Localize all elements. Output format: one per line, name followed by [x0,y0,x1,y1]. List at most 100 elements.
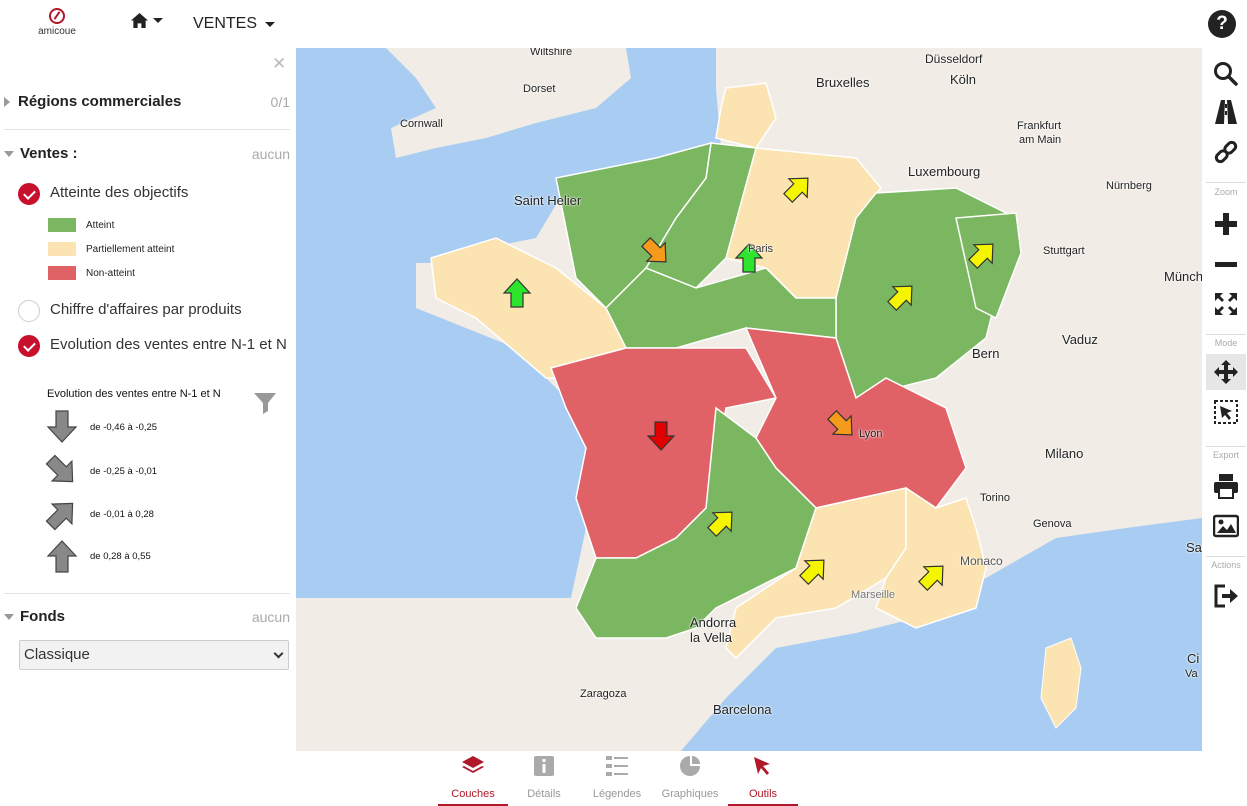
plus-icon [1215,213,1237,235]
help-button[interactable]: ? [1208,10,1236,38]
map-label-va: Va [1185,668,1198,680]
map-label-zaragoza: Zaragoza [580,688,627,700]
legend-item-partiel: Partiellement atteint [48,242,174,256]
print-button[interactable] [1206,468,1246,504]
map-label-paris: Paris [748,243,774,255]
divider [4,129,290,130]
tab-couches[interactable]: Couches [438,755,508,806]
map-label-stuttgart: Stuttgart [1043,245,1085,257]
arrow-down-right-icon [45,454,74,483]
arrow-up-icon [46,540,78,573]
route-button[interactable] [1206,94,1246,130]
map-layer [296,48,1202,751]
tab-label: Couches [451,788,495,800]
select-mode-button[interactable] [1206,394,1246,430]
home-icon [131,12,148,29]
basemap-select-value: Classique [24,646,90,663]
evolution-class-down: de -0,46 à -0,25 [44,409,157,445]
section-count: 0/1 [270,93,290,110]
basemap-select[interactable]: Classique [19,640,289,670]
layer-toggle-checked[interactable] [18,183,40,205]
tab-details[interactable]: Détails [509,755,579,800]
tab-outils[interactable]: Outils [728,755,798,806]
evolution-class-label: de -0,46 à -0,25 [90,421,158,433]
home-menu-button[interactable] [130,12,163,29]
toolbar-divider [1206,334,1246,335]
evolution-legend-title: Evolution des ventes entre N-1 et N [47,388,221,400]
map-label-ci: Ci [1187,651,1200,666]
filter-icon[interactable] [253,391,277,415]
evolution-class-up-right: de -0,01 à 0,28 [44,496,154,532]
map-label-milano: Milano [1045,446,1084,461]
tab-legendes[interactable]: Légendes [582,755,652,800]
toolbar-group-label: Export [1212,450,1239,460]
cursor-icon [754,757,770,775]
map-label-marseille: Marseille [851,589,896,601]
legend-list-icon [606,756,628,776]
map-label-monaco: Monaco [960,554,1003,568]
minus-icon [1215,262,1237,267]
map-label-cornwall: Cornwall [400,118,443,130]
layer-toggle-unchecked[interactable] [18,300,40,322]
app-logo[interactable]: amicoue [30,8,84,42]
map-label-saint-helier: Saint Helier [514,193,582,208]
tab-label: Détails [527,788,561,800]
legend-swatch [48,266,76,280]
tab-label: Outils [748,788,778,800]
toolbar-divider [1206,556,1246,557]
legend-label: Partiellement atteint [86,243,175,255]
arrow-down-icon [46,410,78,443]
map-toolbar: Zoom Mode Export Actions [1202,48,1247,751]
sign-out-icon [1214,584,1238,608]
close-panel-icon[interactable]: ✕ [272,54,286,74]
zoom-in-button[interactable] [1206,206,1246,242]
toolbar-group-label: Mode [1214,338,1238,348]
section-count: aucun [251,608,290,625]
map-label-frankfurt: Frankfurt [1017,120,1062,132]
map-canvas[interactable]: Wiltshire Dorset Cornwall Bruxelles Düss… [296,48,1202,751]
toolbar-divider [1206,182,1246,183]
map-label-vaduz: Vaduz [1062,332,1098,347]
ventes-menu-button[interactable]: VENTES [193,15,276,33]
map-label-wiltshire: Wiltshire [530,48,573,58]
toolbar-divider [1206,446,1246,447]
map-label-andorra: Andorra [690,615,737,630]
export-image-button[interactable] [1206,508,1246,544]
map-label-san: San [1186,540,1202,555]
image-icon [1213,514,1239,538]
fit-extent-button[interactable] [1206,286,1246,322]
map-label-torino: Torino [980,492,1010,504]
evolution-class-down-right: de -0,25 à -0,01 [44,453,157,489]
layer-chiffre-affaires[interactable]: Chiffre d'affaires par produits [18,300,290,322]
map-label-bruxelles: Bruxelles [816,75,869,90]
print-icon [1214,474,1238,499]
layer-label: Evolution des ventes entre N-1 et N [50,336,287,353]
expand-icon [4,96,10,107]
layer-toggle-checked[interactable] [18,335,40,357]
section-fonds[interactable]: Fonds aucun [4,608,290,625]
map-label-munchen: Münch [1164,269,1202,284]
pan-mode-button[interactable] [1206,354,1246,390]
section-ventes[interactable]: Ventes : aucun [4,145,290,162]
link-button[interactable] [1206,134,1246,170]
collapse-icon [4,613,14,620]
evolution-class-up: de 0,28 à 0,55 [44,538,151,574]
layer-atteinte-objectifs[interactable]: Atteinte des objectifs [18,183,290,205]
region-nord [715,82,777,149]
zoom-out-button[interactable] [1206,246,1246,282]
tab-label: Légendes [592,788,642,800]
map-label-frankfurt-am-main: am Main [1019,134,1062,146]
legend-label: Non-atteint [86,267,135,279]
layer-evolution-ventes[interactable]: Evolution des ventes entre N-1 et N [18,335,290,357]
map-label-luxembourg: Luxembourg [908,164,981,179]
map-label-lyon: Lyon [859,428,883,440]
chevron-down-icon [273,648,284,659]
pie-chart-icon [680,756,700,776]
section-regions-commerciales[interactable]: Régions commerciales 0/1 [4,93,290,110]
logo-text: amicoue [38,26,76,37]
divider [4,593,290,594]
tab-graphiques[interactable]: Graphiques [655,755,725,800]
map-label-genova: Genova [1033,518,1072,530]
sign-out-button[interactable] [1206,578,1246,614]
search-button[interactable] [1206,56,1246,92]
